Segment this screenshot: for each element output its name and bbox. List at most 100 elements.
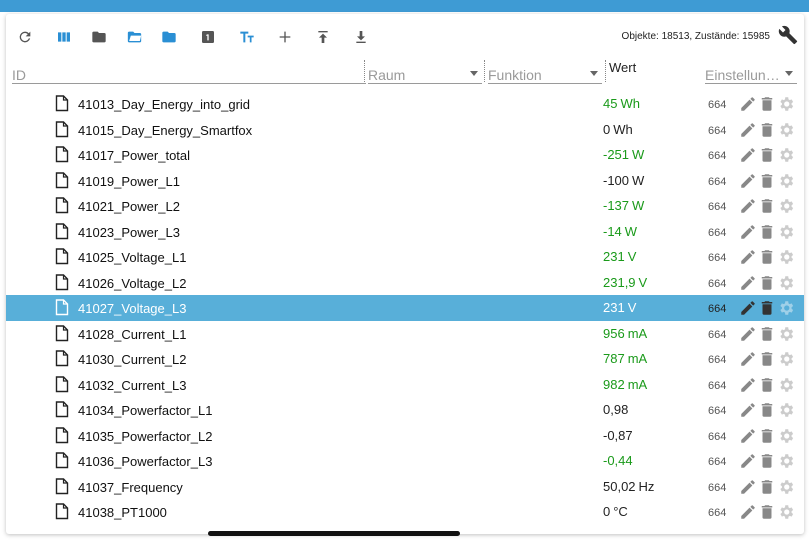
edit-button[interactable] (739, 248, 757, 266)
delete-button[interactable] (758, 376, 776, 394)
delete-button[interactable] (758, 350, 776, 368)
edit-button[interactable] (739, 376, 757, 394)
expand-folders-button[interactable] (121, 24, 147, 50)
table-row[interactable]: 41019_Power_L1 -100 W 664 (6, 168, 804, 194)
object-value[interactable]: -0,87 (603, 428, 636, 443)
object-value[interactable]: 0 Wh (603, 122, 633, 137)
edit-button[interactable] (739, 503, 757, 521)
edit-button[interactable] (739, 121, 757, 139)
object-settings-button[interactable] (777, 95, 795, 113)
delete-button[interactable] (758, 146, 776, 164)
download-button[interactable] (348, 24, 374, 50)
object-value[interactable]: 231,9 V (603, 275, 647, 290)
delete-button[interactable] (758, 274, 776, 292)
table-row[interactable]: 41017_Power_total -251 W 664 (6, 142, 804, 168)
object-value[interactable]: 956 mA (603, 326, 647, 341)
upload-button[interactable] (310, 24, 336, 50)
object-settings-button[interactable] (777, 146, 795, 164)
edit-button[interactable] (739, 223, 757, 241)
object-settings-button[interactable] (777, 325, 795, 343)
object-settings-button[interactable] (777, 401, 795, 419)
function-filter-select[interactable]: Funktion (488, 58, 602, 84)
object-value[interactable]: 231 V (603, 300, 636, 315)
delete-button[interactable] (758, 121, 776, 139)
table-row[interactable]: 41013_Day_Energy_into_grid 45 Wh 664 (6, 91, 804, 117)
table-row[interactable]: 41030_Current_L2 787 mA 664 (6, 346, 804, 372)
edit-button[interactable] (739, 95, 757, 113)
object-settings-button[interactable] (777, 121, 795, 139)
delete-button[interactable] (758, 427, 776, 445)
object-settings-button[interactable] (777, 376, 795, 394)
object-settings-button[interactable] (777, 452, 795, 470)
delete-button[interactable] (758, 197, 776, 215)
object-value[interactable]: 231 V (603, 249, 636, 264)
delete-button[interactable] (758, 401, 776, 419)
table-row[interactable]: 41036_Powerfactor_L3 -0,44 664 (6, 448, 804, 474)
object-value[interactable]: 787 mA (603, 351, 647, 366)
object-settings-button[interactable] (777, 172, 795, 190)
table-row[interactable]: 41021_Power_L2 -137 W 664 (6, 193, 804, 219)
delete-button[interactable] (758, 452, 776, 470)
table-row[interactable]: 41034_Powerfactor_L1 0,98 664 (6, 397, 804, 423)
edit-button[interactable] (739, 350, 757, 368)
edit-button[interactable] (739, 427, 757, 445)
add-object-button[interactable] (272, 24, 298, 50)
edit-button[interactable] (739, 197, 757, 215)
object-settings-button[interactable] (777, 350, 795, 368)
object-settings-button[interactable] (777, 197, 795, 215)
delete-button[interactable] (758, 325, 776, 343)
id-filter-input[interactable]: ID (12, 58, 366, 84)
table-row[interactable]: 41015_Day_Energy_Smartfox 0 Wh 664 (6, 117, 804, 143)
columns-button[interactable] (51, 24, 77, 50)
column-divider[interactable] (484, 60, 485, 82)
edit-button[interactable] (739, 401, 757, 419)
delete-button[interactable] (758, 478, 776, 496)
table-row[interactable]: 41026_Voltage_L2 231,9 V 664 (6, 270, 804, 296)
object-value[interactable]: 0,98 (603, 402, 631, 417)
edit-button[interactable] (739, 325, 757, 343)
folder-button[interactable] (156, 24, 182, 50)
delete-button[interactable] (758, 248, 776, 266)
one-level-button[interactable] (195, 24, 221, 50)
delete-button[interactable] (758, 95, 776, 113)
delete-button[interactable] (758, 299, 776, 317)
object-value[interactable]: -0,44 (603, 453, 636, 468)
column-divider[interactable] (605, 60, 606, 82)
object-settings-button[interactable] (777, 248, 795, 266)
settings-wrench-button[interactable] (778, 25, 798, 50)
table-row[interactable]: 41028_Current_L1 956 mA 664 (6, 321, 804, 347)
object-settings-button[interactable] (777, 503, 795, 521)
table-row[interactable]: 41027_Voltage_L3 231 V 664 (6, 295, 804, 321)
table-row[interactable]: 41038_PT1000 0 °C 664 (6, 499, 804, 525)
object-value[interactable]: -251 W (603, 147, 644, 162)
object-value[interactable]: 0 °C (603, 504, 628, 519)
room-filter-select[interactable]: Raum (368, 58, 482, 84)
collapse-folders-button[interactable] (86, 24, 112, 50)
object-settings-button[interactable] (777, 427, 795, 445)
object-value[interactable]: 50,02 Hz (603, 479, 654, 494)
object-settings-button[interactable] (777, 299, 795, 317)
column-divider[interactable] (364, 60, 365, 82)
delete-button[interactable] (758, 223, 776, 241)
refresh-button[interactable] (12, 24, 38, 50)
edit-button[interactable] (739, 172, 757, 190)
object-value[interactable]: -100 W (603, 173, 644, 188)
edit-button[interactable] (739, 274, 757, 292)
object-settings-button[interactable] (777, 478, 795, 496)
object-value[interactable]: 982 mA (603, 377, 647, 392)
object-value[interactable]: 45 Wh (603, 96, 640, 111)
edit-button[interactable] (739, 452, 757, 470)
delete-button[interactable] (758, 172, 776, 190)
table-row[interactable]: 41037_Frequency 50,02 Hz 664 (6, 474, 804, 500)
edit-button[interactable] (739, 299, 757, 317)
table-row[interactable]: 41023_Power_L3 -14 W 664 (6, 219, 804, 245)
delete-button[interactable] (758, 503, 776, 521)
object-settings-button[interactable] (777, 274, 795, 292)
table-row[interactable]: 41032_Current_L3 982 mA 664 (6, 372, 804, 398)
object-settings-button[interactable] (777, 223, 795, 241)
edit-button[interactable] (739, 146, 757, 164)
table-row[interactable]: 41035_Powerfactor_L2 -0,87 664 (6, 423, 804, 449)
table-row[interactable]: 41025_Voltage_L1 231 V 664 (6, 244, 804, 270)
edit-button[interactable] (739, 478, 757, 496)
object-value[interactable]: -137 W (603, 198, 644, 213)
